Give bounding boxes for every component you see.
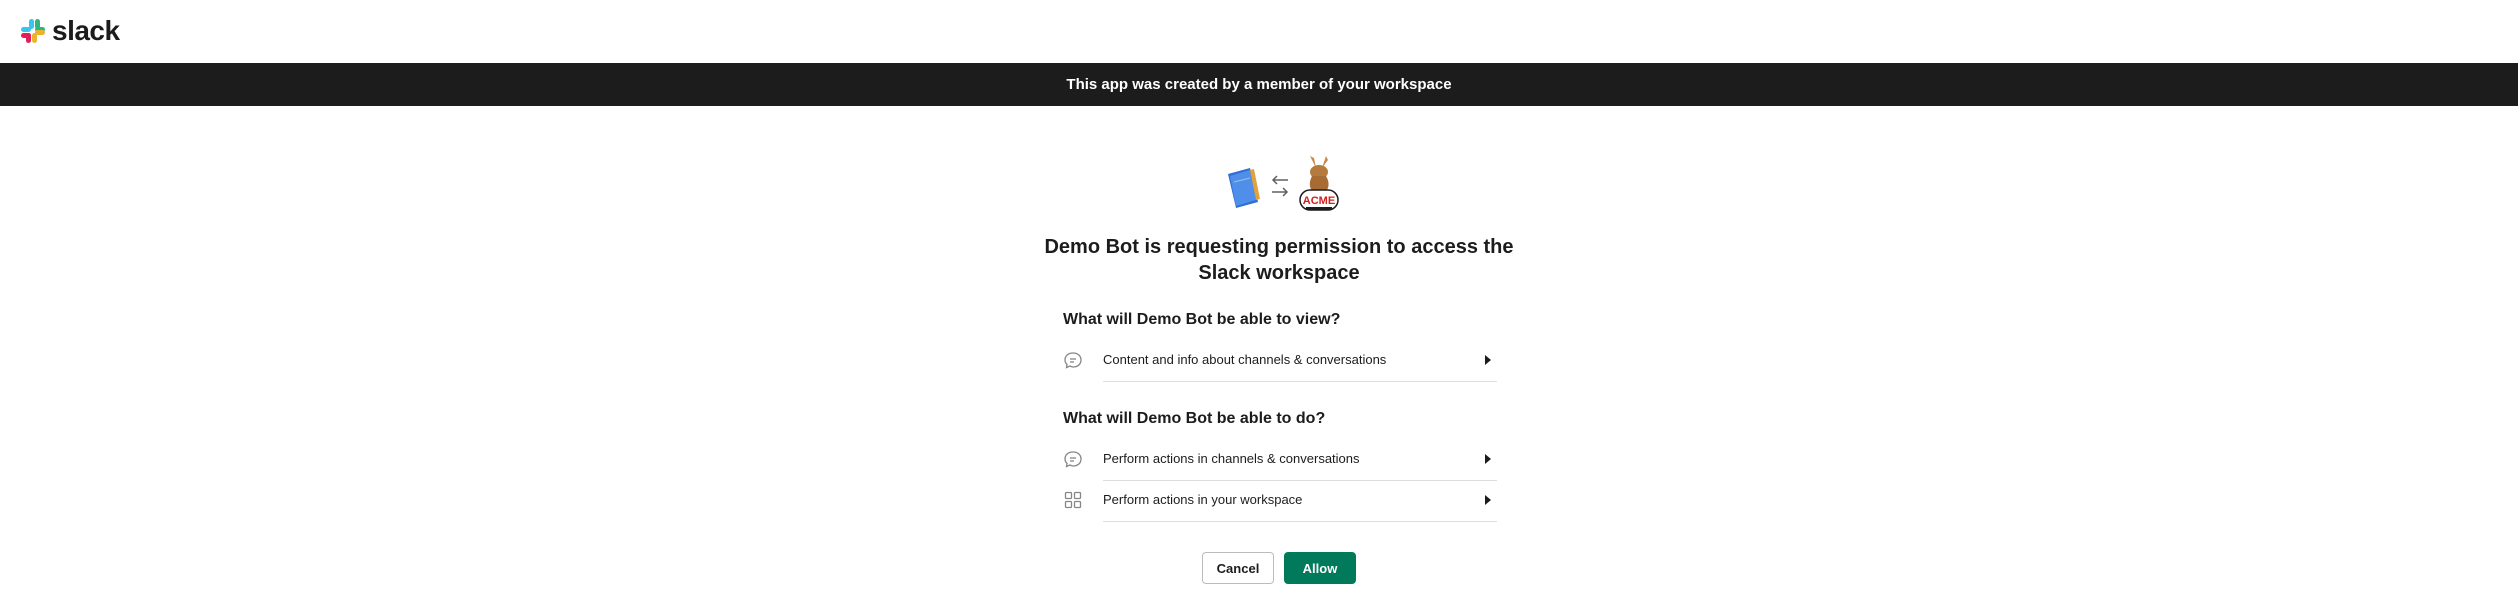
permission-row-actions-channels[interactable]: Perform actions in channels & conversati… <box>1063 441 1497 481</box>
acme-mascot-icon: ACME <box>1299 156 1339 211</box>
permission-label: Content and info about channels & conver… <box>1103 352 1387 367</box>
chat-bubble-icon <box>1064 352 1082 369</box>
permission-label: Perform actions in channels & conversati… <box>1103 451 1360 466</box>
page-title: Demo Bot is requesting permission to acc… <box>1044 236 1514 284</box>
top-bar: slack <box>0 0 2518 62</box>
expand-caret-icon <box>1485 495 1491 505</box>
permission-row-actions-workspace[interactable]: Perform actions in your workspace <box>1063 482 1497 522</box>
banner-text: This app was created by a member of your… <box>1066 76 1452 93</box>
permission-label: Perform actions in your workspace <box>1103 492 1303 507</box>
divider <box>1103 521 1497 522</box>
grid-icon <box>1064 491 1082 509</box>
permission-row-view-channels[interactable]: Content and info about channels & conver… <box>1063 342 1497 382</box>
info-banner: This app was created by a member of your… <box>0 63 2518 106</box>
swap-arrows-icon <box>1271 175 1289 197</box>
expand-caret-icon <box>1485 355 1491 365</box>
svg-text:ACME: ACME <box>1303 195 1335 207</box>
expand-caret-icon <box>1485 454 1491 464</box>
cancel-button[interactable]: Cancel <box>1202 552 1274 584</box>
logo-text: slack <box>52 15 120 46</box>
chat-bubble-icon <box>1064 451 1082 468</box>
slack-logo[interactable]: slack <box>20 16 120 46</box>
allow-button[interactable]: Allow <box>1284 552 1356 584</box>
divider <box>1103 480 1497 481</box>
divider <box>1103 381 1497 382</box>
slack-logo-icon <box>21 19 45 43</box>
do-section-heading: What will Demo Bot be able to do? <box>1063 410 1326 427</box>
app-icons: ACME <box>1222 154 1342 216</box>
view-section-heading: What will Demo Bot be able to view? <box>1063 311 1341 328</box>
notebook-icon <box>1228 168 1260 208</box>
